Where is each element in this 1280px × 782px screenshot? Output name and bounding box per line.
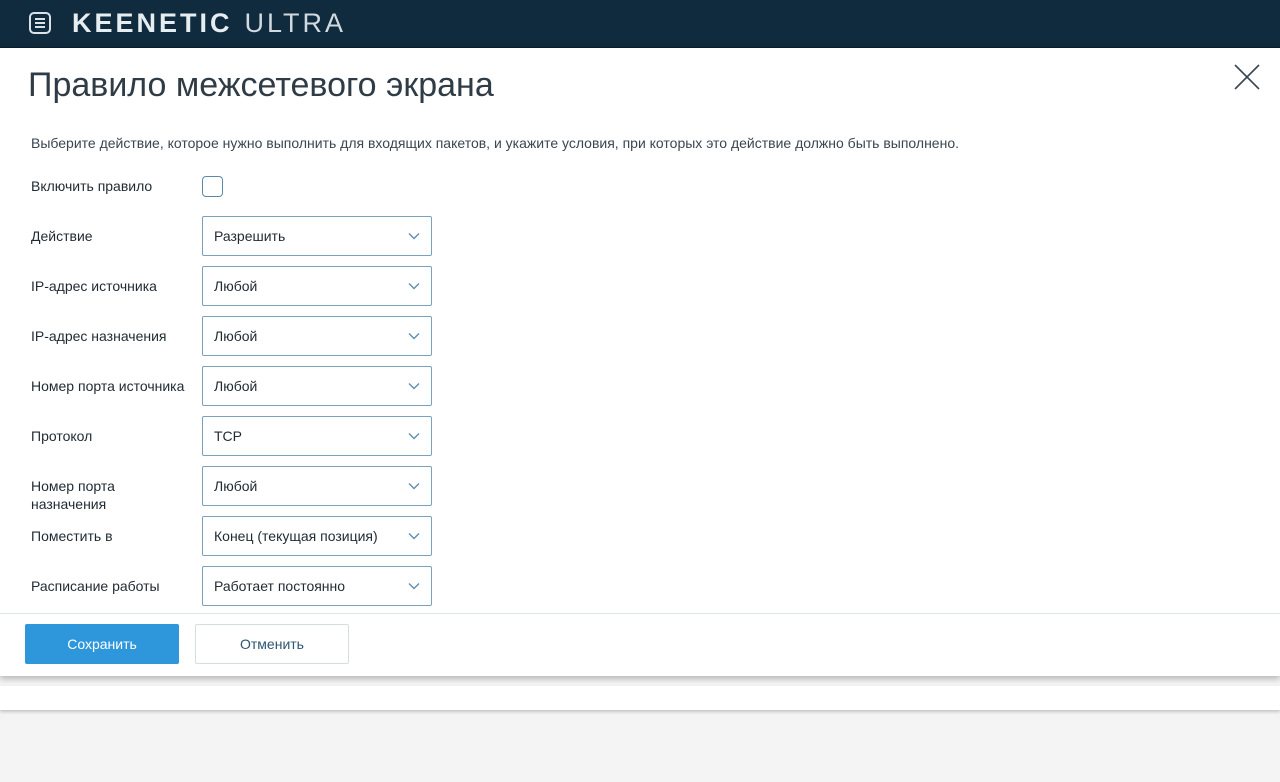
protocol-select[interactable]: TCP [202,416,432,456]
firewall-rule-dialog: Правило межсетевого экрана Выберите дейс… [0,48,1280,676]
enable-rule-checkbox[interactable] [202,176,223,197]
chevron-down-icon [408,383,420,390]
destination-ip-label: IP-адрес назначения [31,328,167,344]
source-ip-select[interactable]: Любой [202,266,432,306]
brand-logo: KEENETIC ULTRA [72,7,346,39]
source-ip-label: IP-адрес источника [31,278,157,294]
dialog-title: Правило межсетевого экрана [28,66,494,104]
source-port-value: Любой [214,378,258,394]
protocol-value: TCP [214,428,242,444]
destination-port-label: Номер порта назначения [31,478,115,512]
enable-rule-label: Включить правило [31,178,153,194]
place-in-select[interactable]: Конец (текущая позиция) [202,516,432,556]
destination-ip-select[interactable]: Любой [202,316,432,356]
place-in-label: Поместить в [31,528,113,544]
chevron-down-icon [408,533,420,540]
dialog-description: Выберите действие, которое нужно выполни… [31,135,959,151]
close-icon[interactable] [1232,62,1262,92]
schedule-value: Работает постоянно [214,578,346,594]
schedule-select[interactable]: Работает постоянно [202,566,432,606]
save-button[interactable]: Сохранить [25,624,179,664]
source-port-select[interactable]: Любой [202,366,432,406]
brand-model: ULTRA [244,8,347,38]
background-panel [0,686,1280,710]
place-in-value: Конец (текущая позиция) [214,528,378,544]
chevron-down-icon [408,583,420,590]
brand-name: KEENETIC [72,8,233,38]
chevron-down-icon [408,483,420,490]
action-label: Действие [31,228,93,244]
chevron-down-icon [408,433,420,440]
destination-port-value: Любой [214,478,258,494]
menu-icon[interactable] [29,12,51,34]
chevron-down-icon [408,283,420,290]
destination-port-select[interactable]: Любой [202,466,432,506]
footer-divider [0,613,1280,614]
protocol-label: Протокол [31,428,93,444]
action-value: Разрешить [214,228,286,244]
top-bar: KEENETIC ULTRA [0,0,1280,48]
cancel-button[interactable]: Отменить [195,624,349,664]
action-select[interactable]: Разрешить [202,216,432,256]
source-port-label: Номер порта источника [31,378,185,394]
chevron-down-icon [408,233,420,240]
source-ip-value: Любой [214,278,258,294]
schedule-label: Расписание работы [31,578,160,594]
destination-ip-value: Любой [214,328,258,344]
chevron-down-icon [408,333,420,340]
